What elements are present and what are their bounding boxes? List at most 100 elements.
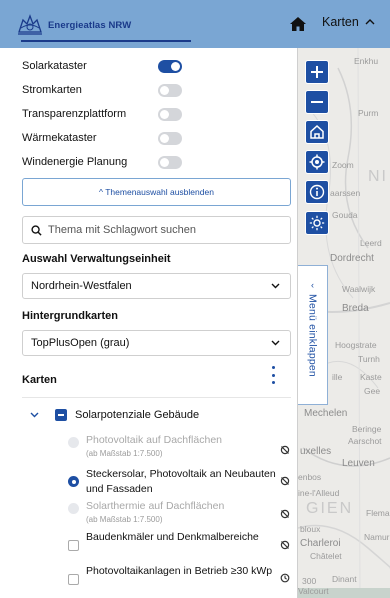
- item-label: Photovoltaik auf Dachflächen: [86, 434, 223, 446]
- chevron-down-icon: [271, 283, 280, 289]
- hintergrund-value: TopPlusOpen (grau): [31, 337, 130, 349]
- energieatlas-logo[interactable]: Energieatlas NRW: [15, 8, 195, 42]
- toggle-label: Windenergie Planung: [22, 156, 128, 168]
- info-button[interactable]: [305, 180, 329, 204]
- not-visible-icon: [280, 445, 290, 455]
- map-label: aarssen: [330, 188, 361, 198]
- chevron-down-icon[interactable]: [30, 412, 39, 418]
- clock-icon: [280, 573, 290, 583]
- item-scale-note: (ab Maßstab 1:7.500): [86, 515, 163, 524]
- search-placeholder: Thema mit Schlagwort suchen: [48, 224, 196, 236]
- item-scale-note: (ab Maßstab 1:7.500): [86, 449, 163, 458]
- theme-search-input[interactable]: Thema mit Schlagwort suchen: [22, 216, 291, 244]
- list-item: Photovoltaik auf Dachflächen (ab Maßstab…: [86, 433, 276, 459]
- list-item: Solarthermie auf Dachflächen (ab Maßstab…: [86, 499, 276, 525]
- toggle-solarkataster[interactable]: [158, 60, 182, 73]
- item-label: Solarthermie auf Dachflächen: [86, 500, 225, 512]
- divider: [22, 397, 291, 398]
- map-label: Zoom: [332, 160, 354, 170]
- brightness-button[interactable]: [305, 211, 329, 235]
- not-visible-icon: [280, 476, 290, 486]
- collapse-menu-tab[interactable]: ‹ Menü einklappen: [298, 265, 328, 405]
- item-label: Steckersolar, Photovoltaik an Neubauten …: [86, 468, 276, 495]
- verwaltung-value: Nordrhein-Westfalen: [31, 280, 132, 292]
- search-icon: [31, 224, 42, 236]
- nrw-emblem-icon: [18, 14, 42, 35]
- plus-icon: [311, 66, 323, 78]
- map-label: Aarschot: [348, 436, 382, 446]
- collapse-menu-label: Menü einklappen: [306, 294, 319, 377]
- map-label: Purm: [358, 108, 379, 118]
- radio-photovoltaik-dach[interactable]: [68, 437, 79, 448]
- verwaltung-select[interactable]: Nordrhein-Westfalen: [22, 273, 291, 299]
- chevron-up-icon: [365, 19, 375, 25]
- checkbox-baudenkmaeler[interactable]: [68, 540, 79, 551]
- hide-theme-selection-button[interactable]: ^ Themenauswahl ausblenden: [22, 178, 291, 206]
- karten-menu-button[interactable]: Karten: [322, 15, 375, 29]
- zoom-out-button[interactable]: [305, 90, 329, 114]
- app-header: Energieatlas NRW Karten: [0, 0, 390, 48]
- list-item: Baudenkmäler und Denkmalbereiche: [86, 530, 276, 545]
- toggle-label: Wärmekataster: [22, 132, 97, 144]
- toggle-waermekataster[interactable]: [158, 132, 182, 145]
- toggle-stromkarten[interactable]: [158, 84, 182, 97]
- locate-button[interactable]: [305, 150, 329, 174]
- hintergrund-select[interactable]: TopPlusOpen (grau): [22, 330, 291, 356]
- map-label: Hoogstrate: [335, 340, 377, 350]
- home-outline-icon: [310, 124, 324, 139]
- map-label: uxelles: [300, 446, 332, 457]
- map-label: GIEN: [306, 500, 354, 517]
- map-label: Châtelet: [310, 551, 342, 561]
- chevron-left-icon: ‹: [311, 280, 314, 290]
- toggle-label: Solarkataster: [22, 60, 87, 72]
- toggle-transparenzplattform[interactable]: [158, 108, 182, 121]
- logo-underline: [21, 40, 191, 42]
- map-label: Dordrecht: [330, 253, 374, 264]
- toggle-label: Transparenzplattform: [22, 108, 127, 120]
- map-label: ine-l'Alleud: [298, 488, 340, 498]
- item-label: Photovoltaikanlagen in Betrieb ≥30 kWp: [86, 565, 273, 577]
- more-options-icon[interactable]: [270, 366, 276, 384]
- map-label: Kaste: [360, 372, 382, 382]
- crosshair-icon: [309, 154, 325, 170]
- map-label: Gee: [364, 386, 381, 396]
- group-label: Solarpotenziale Gebäude: [75, 409, 200, 421]
- checkbox-photovoltaikanlagen[interactable]: [68, 574, 79, 585]
- radio-solarthermie[interactable]: [68, 503, 79, 514]
- map-label: Namur: [364, 532, 390, 542]
- karten-section-title: Karten: [22, 374, 57, 386]
- map-label: bloux: [300, 524, 321, 534]
- chevron-down-icon: [271, 340, 280, 346]
- karten-menu-label: Karten: [322, 15, 359, 29]
- list-item: Steckersolar, Photovoltaik an Neubauten …: [86, 467, 276, 497]
- map-label: Waalwijk: [342, 284, 376, 294]
- toggle-windenergie[interactable]: [158, 156, 182, 169]
- map-label: Dinant: [332, 574, 357, 584]
- sun-icon: [309, 215, 325, 231]
- map-label: Valcourt: [298, 586, 329, 596]
- not-visible-icon: [280, 509, 290, 519]
- map-label: Charleroi: [300, 538, 341, 549]
- map-label: Gouda: [332, 210, 358, 220]
- map-label: ille: [332, 372, 343, 382]
- home-extent-button[interactable]: [305, 120, 329, 144]
- map-label: Turnh: [358, 354, 380, 364]
- toggle-label: Stromkarten: [22, 84, 82, 96]
- map-label: Enkhu: [354, 56, 379, 66]
- hintergrund-label: Hintergrundkarten: [22, 310, 118, 322]
- logo-text: Energieatlas NRW: [48, 19, 132, 31]
- info-icon: [309, 184, 325, 200]
- not-visible-icon: [280, 540, 290, 550]
- tree-group-solarpotenziale[interactable]: Solarpotenziale Gebäude: [30, 409, 199, 421]
- home-icon[interactable]: [288, 14, 308, 34]
- item-label: Baudenkmäler und Denkmalbereiche: [86, 531, 259, 543]
- zoom-in-button[interactable]: [305, 60, 329, 84]
- radio-steckersolar[interactable]: [68, 476, 79, 487]
- map-label: enbos: [298, 472, 322, 482]
- map-label: Mechelen: [304, 408, 348, 419]
- map-label: Flema: [366, 508, 390, 518]
- minus-icon: [311, 101, 323, 103]
- map-label: Breda: [342, 303, 369, 314]
- map-label: 300: [302, 576, 317, 586]
- group-checkbox-indeterminate[interactable]: [55, 409, 67, 421]
